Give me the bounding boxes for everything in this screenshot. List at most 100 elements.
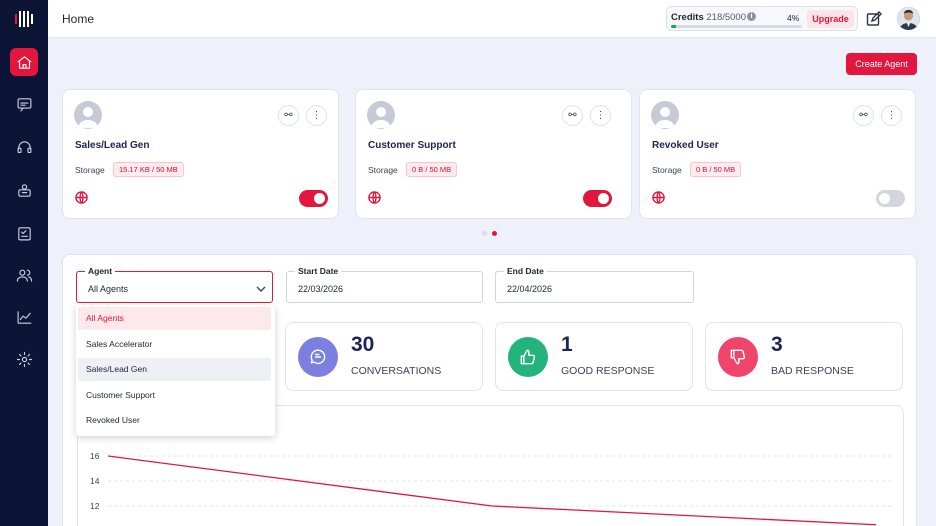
user-avatar[interactable] [897,7,920,30]
globe-icon[interactable] [368,191,381,204]
stat-card-conversations: 30 CONVERSATIONS [285,322,483,391]
series-line [107,455,877,526]
nav-chat[interactable] [10,90,38,118]
dropdown-option[interactable]: Sales Accelerator [78,333,271,356]
settings-icon [16,351,32,367]
agent-avatar-icon [367,101,395,129]
stat-card-good-response: 1 GOOD RESPONSE [495,322,693,391]
dropdown-option[interactable]: All Agents [78,307,271,330]
stat-label: BAD RESPONSE [771,365,854,377]
analytics-icon [17,310,31,324]
chevron-down-icon [255,282,267,294]
agent-dropdown-menu: All Agents Sales Accelerator Sales/Lead … [76,305,275,436]
sidebar [0,0,48,526]
storage-badge: 0 B / 50 MB [406,162,458,177]
storage-badge: 0 B / 50 MB [690,162,742,177]
edit-button[interactable] [866,11,882,27]
dropdown-option[interactable]: Revoked User [78,409,271,432]
stat-value: 1 [561,333,573,356]
carousel-dot[interactable] [482,231,487,236]
stat-label: CONVERSATIONS [351,365,442,377]
upgrade-button[interactable]: Upgrade [807,10,854,28]
agent-more-button[interactable]: ⋮ [306,105,327,126]
toggle-knob [879,193,890,204]
chat-icon [17,97,31,111]
agent-select[interactable]: Agent All Agents [76,266,273,303]
agent-enable-toggle[interactable] [876,190,905,207]
agent-select-value: All Agents [88,284,129,294]
start-date-value: 22/03/2026 [298,284,344,294]
nav-analytics[interactable] [10,303,38,331]
agent-name: Revoked User [652,140,719,151]
stat-card-bad-response: 3 BAD RESPONSE [705,322,903,391]
agent-more-button[interactable]: ⋮ [881,105,902,126]
globe-icon[interactable] [652,191,665,204]
agent-card[interactable]: ⚯ ⋮ Revoked User Storage 0 B / 50 MB [639,89,916,219]
y-tick-label: 14 [90,476,100,486]
agent-name: Customer Support [368,140,456,151]
carousel-dot-active[interactable] [492,231,497,236]
agent-avatar-icon [651,101,679,129]
agent-enable-toggle[interactable] [299,190,328,207]
agent-card[interactable]: ⚯ ⋮ Customer Support Storage 0 B / 50 MB [355,89,632,219]
stat-value: 3 [771,333,783,356]
users-icon: ⚯ [568,110,577,121]
nav-tasks[interactable] [10,219,38,247]
end-date-label: End Date [504,266,547,276]
toggle-knob [598,193,609,204]
agent-users-button[interactable]: ⚯ [562,105,583,126]
agent-icon [17,183,31,197]
storage-label: Storage [75,165,105,175]
create-agent-button[interactable]: Create Agent [846,53,917,75]
end-date-value: 22/04/2026 [507,284,553,294]
more-vertical-icon: ⋮ [886,110,897,121]
nav-users[interactable] [10,261,38,289]
toggle-knob [314,193,325,204]
dropdown-option[interactable]: Sales/Lead Gen [78,358,271,381]
agent-users-button[interactable]: ⚯ [853,105,874,126]
y-tick-label: 16 [90,451,100,461]
thumbs-up-icon [508,337,548,377]
info-icon[interactable]: i [747,12,756,21]
agent-enable-toggle[interactable] [583,190,612,207]
start-date-label: Start Date [295,266,342,276]
storage-label: Storage [652,165,682,175]
tasks-icon [17,226,31,240]
agent-more-button[interactable]: ⋮ [590,105,611,126]
agent-avatar-icon [74,101,102,129]
edit-icon [866,11,882,26]
page-title: Home [62,12,95,26]
conversations-icon [298,337,338,377]
storage-badge: 15.17 KB / 50 MB [113,162,184,177]
credits-progress-fill [671,25,677,28]
credits-percent: 4% [787,13,800,23]
home-icon [17,55,31,69]
agent-select-label: Agent [85,266,116,276]
agent-card[interactable]: ⚯ ⋮ Sales/Lead Gen Storage 15.17 KB / 50… [62,89,339,219]
nav-support[interactable] [10,133,38,161]
storage-label: Storage [368,165,398,175]
users-icon: ⚯ [284,110,293,121]
avatar-image [897,7,920,30]
dropdown-option[interactable]: Customer Support [78,384,271,407]
top-header: Home Credits 218/5000 i 4% Upgrade [48,0,936,38]
start-date-field[interactable]: Start Date 22/03/2026 [286,266,483,303]
headset-icon [17,140,31,153]
users-icon: ⚯ [859,110,868,121]
thumbs-down-icon [718,337,758,377]
credits-title: Credits [671,12,704,23]
nav-home[interactable] [10,48,38,76]
agent-name: Sales/Lead Gen [75,140,150,151]
brand-logo [15,11,33,27]
agent-users-button[interactable]: ⚯ [278,105,299,126]
credits-progress-bar [671,25,802,28]
nav-agent[interactable] [10,176,38,204]
end-date-field[interactable]: End Date 22/04/2026 [495,266,694,303]
more-vertical-icon: ⋮ [595,110,606,121]
credits-value: 218/5000 [706,12,746,23]
nav-settings[interactable] [10,345,38,373]
users-icon [16,269,32,282]
credits-label: Credits 218/5000 [671,12,746,23]
globe-icon[interactable] [75,191,88,204]
y-tick-label: 12 [90,501,100,511]
